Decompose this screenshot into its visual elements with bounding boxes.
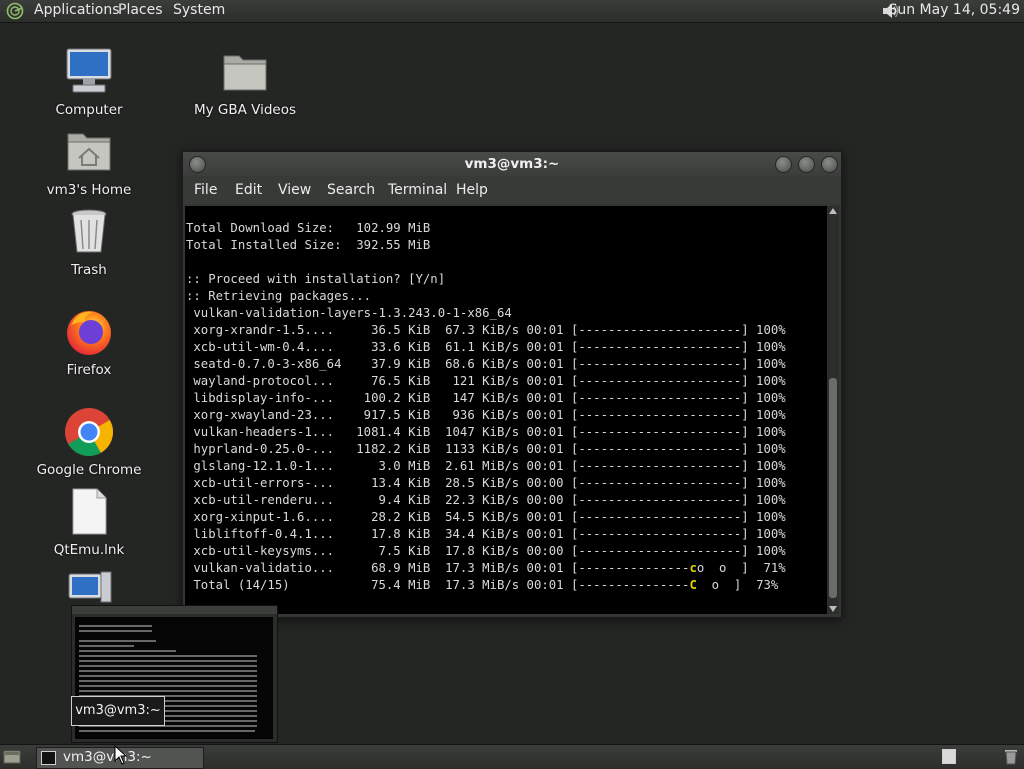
desktop-icon-firefox[interactable]: Firefox [34, 306, 144, 378]
menu-system[interactable]: System [173, 2, 225, 18]
terminal-screen[interactable]: Total Download Size: 102.99 MiB Total In… [185, 206, 827, 614]
top-panel: Applications Places System Sun May 14, 0… [0, 0, 1024, 23]
terminal-line: xcb-util-keysyms... 7.5 KiB 17.8 KiB/s 0… [186, 544, 786, 558]
preview-line [79, 665, 258, 667]
folder-icon [223, 55, 267, 91]
desktop-icon-label: Trash [71, 262, 107, 278]
terminal-window[interactable]: vm3@vm3:~ File Edit View Search Terminal… [182, 151, 842, 618]
desktop-icon-label: Firefox [66, 362, 112, 378]
terminal-line: xcb-util-wm-0.4.... 33.6 KiB 61.1 KiB/s … [186, 340, 786, 354]
menu-file[interactable]: File [194, 182, 217, 198]
desktop-icon-trash[interactable]: Trash [34, 206, 144, 278]
minimize-button[interactable] [775, 156, 792, 173]
terminal-line: xcb-util-errors-... 13.4 KiB 28.5 KiB/s … [186, 476, 786, 490]
menu-edit[interactable]: Edit [235, 182, 262, 198]
menu-help[interactable]: Help [456, 182, 488, 198]
terminal-line: Total Installed Size: 392.55 MiB [186, 238, 431, 252]
home-folder-icon [67, 133, 111, 171]
show-desktop-icon[interactable] [3, 749, 21, 765]
desktop-icon-label: Google Chrome [36, 462, 142, 478]
preview-line [79, 730, 255, 732]
trash-icon [71, 209, 107, 253]
scroll-up-arrow-icon[interactable] [829, 208, 837, 214]
terminal-line: wayland-protocol... 76.5 KiB 121 KiB/s 0… [186, 374, 786, 388]
menu-applications[interactable]: Applications [34, 2, 120, 18]
terminal-line: Total (14/15) 75.4 MiB 17.3 MiB/s 00:01 … [186, 578, 779, 592]
terminal-line: libdisplay-info-... 100.2 KiB 147 KiB/s … [186, 391, 786, 405]
terminal-scrollbar[interactable] [827, 206, 839, 614]
mouse-cursor-icon [114, 745, 128, 765]
computer-icon [66, 48, 112, 93]
terminal-line: :: Retrieving packages... [186, 289, 372, 303]
terminal-line: xorg-xinput-1.6.... 28.2 KiB 54.5 KiB/s … [186, 510, 786, 524]
preview-titlebar [72, 606, 277, 614]
workspace-switcher-icon[interactable] [942, 749, 956, 764]
preview-line [79, 630, 152, 632]
bottom-panel: vm3@vm3:~ [0, 744, 1024, 769]
preview-line [79, 660, 258, 662]
desktop-icon-my-gba-videos[interactable]: My GBA Videos [190, 46, 300, 118]
desktop-icon-qtemu[interactable]: QtEmu.lnk [34, 486, 144, 558]
preview-line [79, 675, 258, 677]
preview-line [79, 680, 258, 682]
trash-applet-icon[interactable] [1004, 748, 1018, 765]
preview-line [79, 655, 258, 657]
terminal-line: vulkan-validation-layers-1.3.243.0-1-x86… [186, 306, 512, 320]
terminal-line: seatd-0.7.0-3-x86_64 37.9 KiB 68.6 KiB/s… [186, 357, 786, 371]
desktop-icon-label: My GBA Videos [193, 102, 297, 118]
maximize-button[interactable] [798, 156, 815, 173]
terminal-line: glslang-12.1.0-1... 3.0 MiB 2.61 MiB/s 0… [186, 459, 786, 473]
preview-line [79, 650, 176, 652]
scrollbar-thumb[interactable] [829, 378, 837, 598]
desktop-icon-label: vm3's Home [46, 182, 132, 198]
terminal-line: Total Download Size: 102.99 MiB [186, 221, 431, 235]
menu-bar: File Edit View Search Terminal Help [183, 176, 841, 204]
window-preview-tooltip: vm3@vm3:~ [71, 696, 165, 726]
taskbar-button-label: vm3@vm3:~ [63, 749, 152, 765]
desktop-icon-home[interactable]: vm3's Home [34, 126, 144, 198]
desktop-icon-computer[interactable]: Computer [34, 46, 144, 118]
terminal-line: xcb-util-renderu... 9.4 KiB 22.3 KiB/s 0… [186, 493, 786, 507]
clock[interactable]: Sun May 14, 05:49 [888, 2, 1020, 18]
close-button[interactable] [821, 156, 838, 173]
terminal-line: libliftoff-0.4.1... 17.8 KiB 34.4 KiB/s … [186, 527, 786, 541]
desktop-icon-label: Computer [55, 102, 123, 118]
menu-terminal[interactable]: Terminal [388, 182, 447, 198]
menu-places[interactable]: Places [118, 2, 163, 18]
desktop-icon-label: QtEmu.lnk [53, 542, 125, 558]
scroll-down-arrow-icon[interactable] [829, 606, 837, 612]
chrome-icon [65, 408, 114, 456]
preview-line [79, 685, 258, 687]
terminal-icon [41, 751, 56, 765]
terminal-line: vulkan-validatio... 68.9 MiB 17.3 MiB/s … [186, 561, 786, 575]
firefox-icon [67, 311, 111, 355]
terminal-line: xorg-xwayland-23... 917.5 KiB 936 KiB/s … [186, 408, 786, 422]
preview-line [79, 670, 258, 672]
file-icon [72, 488, 107, 535]
terminal-line: xorg-xrandr-1.5.... 36.5 KiB 67.3 KiB/s … [186, 323, 786, 337]
desktop-icon-google-chrome[interactable]: Google Chrome [34, 406, 144, 478]
distro-logo-icon[interactable] [6, 2, 24, 20]
window-title: vm3@vm3:~ [464, 156, 560, 172]
menu-view[interactable]: View [278, 182, 311, 198]
terminal-output: Total Download Size: 102.99 MiB Total In… [186, 220, 786, 594]
terminal-line: vulkan-headers-1... 1081.4 KiB 1047 KiB/… [186, 425, 786, 439]
terminal-line: :: Proceed with installation? [Y/n] [186, 272, 446, 286]
menu-search[interactable]: Search [327, 182, 375, 198]
pacman-glyph: C [689, 578, 697, 592]
title-bar[interactable]: vm3@vm3:~ [183, 152, 841, 176]
preview-line [79, 690, 258, 692]
terminal-line: hyprland-0.25.0-... 1182.2 KiB 1133 KiB/… [186, 442, 786, 456]
preview-line [79, 645, 134, 647]
preview-line [79, 640, 156, 642]
preview-line [79, 625, 152, 627]
pacman-glyph: c [689, 561, 697, 575]
